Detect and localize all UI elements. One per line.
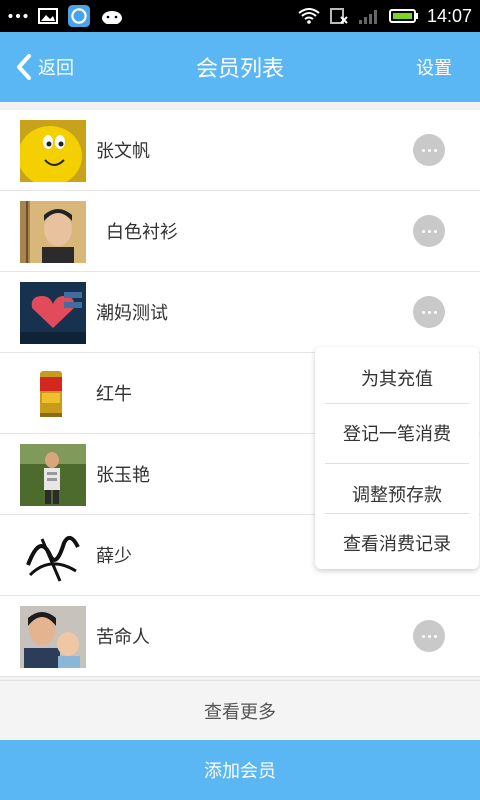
member-name: 潮妈测试 [96, 303, 168, 324]
member-name: 薛少 [96, 546, 132, 567]
back-button[interactable]: 返回 [16, 32, 74, 102]
clock: 14:07 [426, 5, 472, 26]
young-man-avatar [20, 201, 86, 263]
member-action-menu: 为其充值 登记一笔消费 调整预存款 查看消费记录 [315, 347, 479, 569]
parent-child-avatar [20, 606, 86, 668]
image-icon [38, 8, 58, 24]
more-dots-icon [8, 13, 28, 19]
menu-item-recharge[interactable]: 为其充值 [325, 365, 469, 391]
yellow-character-avatar [20, 120, 86, 182]
add-member-button[interactable]: 添加会员 [0, 740, 480, 800]
heart-graphic-avatar [20, 282, 86, 344]
list-item[interactable]: 苦命人 [0, 596, 480, 677]
settings-button[interactable]: 设置 [416, 32, 452, 102]
menu-item-adjust-deposit[interactable]: 调整预存款 [325, 481, 469, 507]
menu-divider [325, 403, 469, 404]
battery-icon [388, 9, 418, 23]
red-bull-can-avatar [20, 363, 86, 425]
member-name: 白色衬衫 [106, 222, 178, 243]
no-sim-icon [329, 8, 348, 24]
status-bar: 14:07 [0, 0, 480, 32]
member-name: 红牛 [96, 384, 132, 405]
menu-item-record-spending[interactable]: 登记一笔消费 [325, 420, 469, 446]
list-item[interactable]: 白色衬衫 [0, 191, 480, 272]
signal-icon [358, 10, 377, 24]
menu-divider [325, 513, 469, 514]
list-item[interactable]: 潮妈测试 [0, 272, 480, 353]
more-options-button[interactable] [413, 134, 445, 166]
chevron-left-icon [17, 54, 31, 80]
browser-icon [68, 5, 90, 27]
more-options-button[interactable] [413, 296, 445, 328]
menu-item-view-records[interactable]: 查看消费记录 [325, 530, 469, 556]
android-icon [102, 11, 122, 24]
list-item[interactable]: 张文帆 [0, 110, 480, 191]
more-options-button[interactable] [413, 620, 445, 652]
member-name: 苦命人 [96, 627, 150, 648]
child-outdoor-avatar [20, 444, 86, 506]
signature-avatar [20, 525, 86, 587]
menu-divider [325, 463, 469, 464]
load-more-button[interactable]: 查看更多 [0, 680, 480, 740]
app-bar: 返回 会员列表 设置 [0, 32, 480, 102]
more-options-button[interactable] [413, 215, 445, 247]
wifi-icon [298, 8, 320, 24]
back-label: 返回 [38, 58, 74, 79]
member-name: 张文帆 [96, 141, 150, 162]
member-name: 张玉艳 [96, 465, 150, 486]
